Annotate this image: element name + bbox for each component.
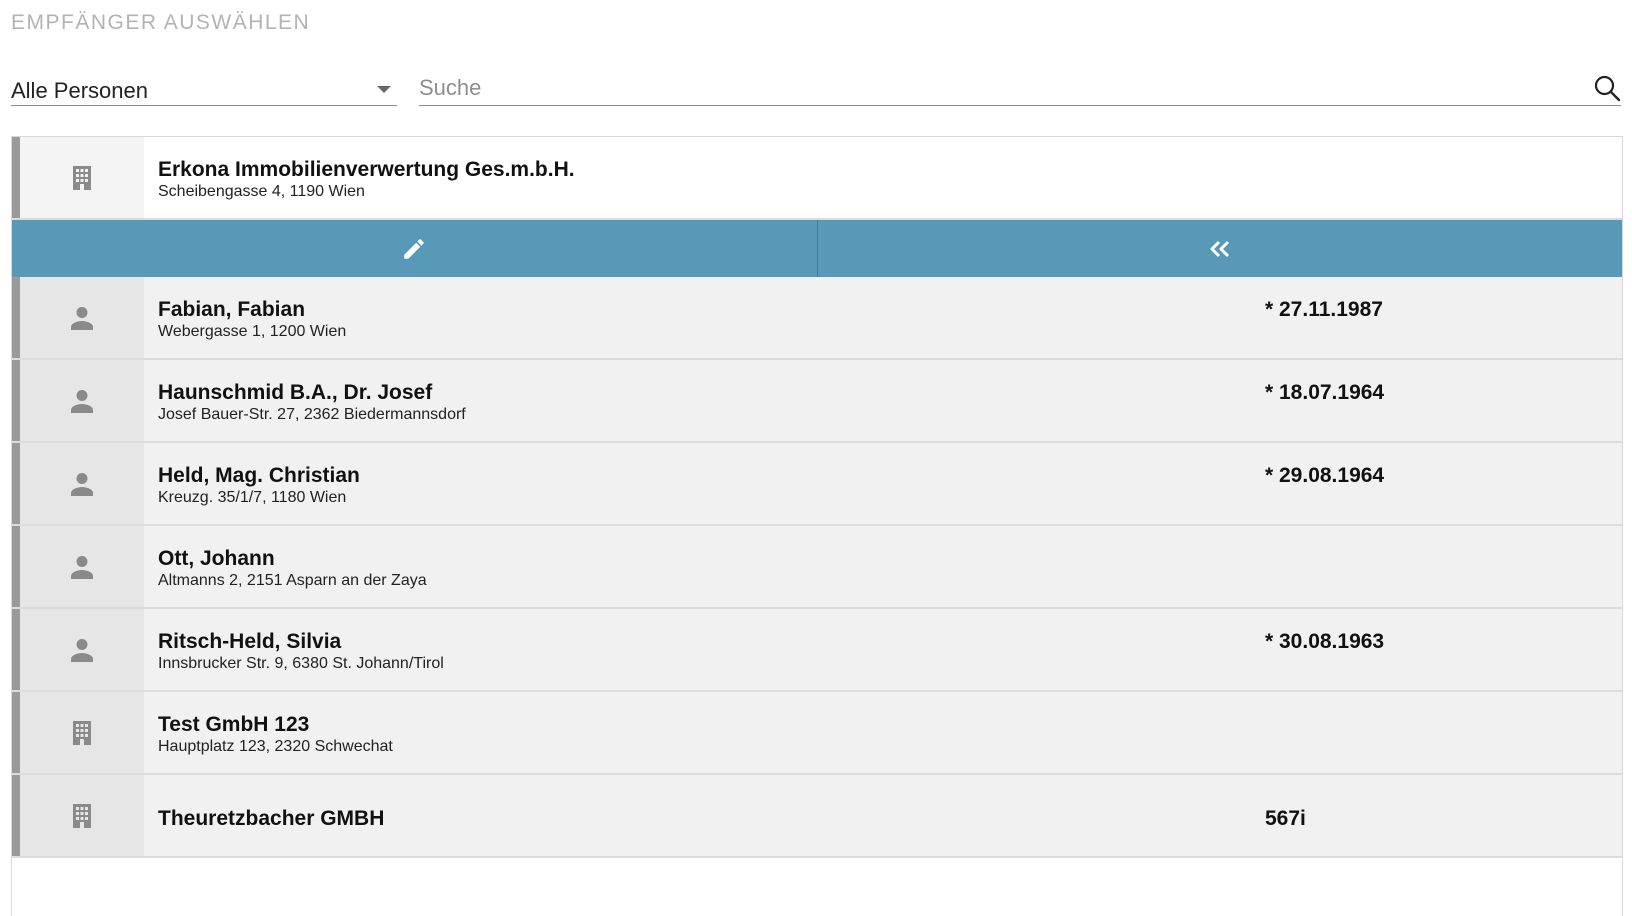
row-icon-cell	[20, 775, 144, 856]
recipient-name: Test GmbH 123	[158, 713, 310, 736]
list-item[interactable]: Test GmbH 123 Hauptplatz 123, 2320 Schwe…	[12, 692, 1622, 775]
recipient-birthdate: * 27.11.1987	[1265, 298, 1383, 321]
person-icon	[71, 555, 93, 579]
row-stripe	[12, 443, 20, 524]
dropdown-caret-icon	[377, 86, 391, 93]
list-item[interactable]: Ott, Johann Altmanns 2, 2151 Asparn an d…	[12, 526, 1622, 609]
row-icon-cell	[20, 692, 144, 773]
recipient-address: Kreuzg. 35/1/7, 1180 Wien	[158, 489, 347, 506]
building-icon	[73, 720, 91, 745]
collapse-button[interactable]	[816, 220, 1623, 277]
row-stripe	[12, 526, 20, 607]
recipient-name: Erkona Immobilienverwertung Ges.m.b.H.	[158, 158, 575, 181]
search-icon[interactable]	[1593, 74, 1621, 102]
row-icon-cell	[20, 137, 144, 218]
list-item[interactable]: Held, Mag. Christian Kreuzg. 35/1/7, 118…	[12, 443, 1622, 526]
recipient-address: Scheibengasse 4, 1190 Wien	[158, 183, 365, 200]
recipient-birthdate: * 29.08.1964	[1265, 464, 1385, 487]
row-icon-cell	[20, 526, 144, 607]
row-stripe	[12, 609, 20, 690]
building-icon	[73, 803, 91, 828]
recipient-name: Held, Mag. Christian	[158, 464, 360, 487]
row-stripe	[12, 692, 20, 773]
row-stripe	[12, 137, 20, 218]
recipient-address: Josef Bauer-Str. 27, 2362 Biedermannsdor…	[158, 406, 466, 423]
recipient-address: Innsbrucker Str. 9, 6380 St. Johann/Tiro…	[158, 655, 444, 672]
row-icon-cell	[20, 609, 144, 690]
recipient-name: Ott, Johann	[158, 547, 275, 570]
person-icon	[71, 638, 93, 662]
recipient-extra: 567i	[1265, 807, 1306, 830]
selected-actions-bar	[12, 220, 1622, 277]
page-title: EMPFÄNGER AUSWÄHLEN	[11, 11, 311, 34]
row-stripe	[12, 775, 20, 856]
recipient-list: Erkona Immobilienverwertung Ges.m.b.H. S…	[11, 136, 1623, 916]
row-icon-cell	[20, 443, 144, 524]
recipient-address: Altmanns 2, 2151 Asparn an der Zaya	[158, 572, 427, 589]
row-icon-cell	[20, 360, 144, 441]
building-icon	[73, 165, 91, 190]
list-item[interactable]: Ritsch-Held, Silvia Innsbrucker Str. 9, …	[12, 609, 1622, 692]
search-field	[419, 70, 1621, 106]
row-icon-cell	[20, 277, 144, 358]
recipient-name: Theuretzbacher GMBH	[158, 807, 385, 830]
row-stripe	[12, 277, 20, 358]
edit-button[interactable]	[12, 220, 817, 277]
person-icon	[71, 472, 93, 496]
selected-recipient-row[interactable]: Erkona Immobilienverwertung Ges.m.b.H. S…	[12, 137, 1622, 220]
recipient-name: Haunschmid B.A., Dr. Josef	[158, 381, 433, 404]
recipient-address: Webergasse 1, 1200 Wien	[158, 323, 347, 340]
list-item[interactable]: Fabian, Fabian Webergasse 1, 1200 Wien *…	[12, 277, 1622, 360]
recipient-address: Hauptplatz 123, 2320 Schwechat	[158, 738, 393, 755]
person-filter-select[interactable]: Alle Personen	[11, 70, 397, 106]
search-input[interactable]	[419, 74, 1569, 102]
list-item[interactable]: Theuretzbacher GMBH 567i	[12, 775, 1622, 858]
double-chevron-left-icon	[1210, 240, 1229, 257]
recipient-name: Fabian, Fabian	[158, 298, 306, 321]
pencil-icon	[404, 238, 425, 259]
person-icon	[71, 389, 93, 413]
person-filter-value: Alle Personen	[11, 78, 148, 103]
list-item[interactable]: Haunschmid B.A., Dr. Josef Josef Bauer-S…	[12, 360, 1622, 443]
recipient-name: Ritsch-Held, Silvia	[158, 630, 342, 653]
person-icon	[71, 306, 93, 330]
row-stripe	[12, 360, 20, 441]
recipient-birthdate: * 18.07.1964	[1265, 381, 1385, 404]
recipient-birthdate: * 30.08.1963	[1265, 630, 1385, 653]
